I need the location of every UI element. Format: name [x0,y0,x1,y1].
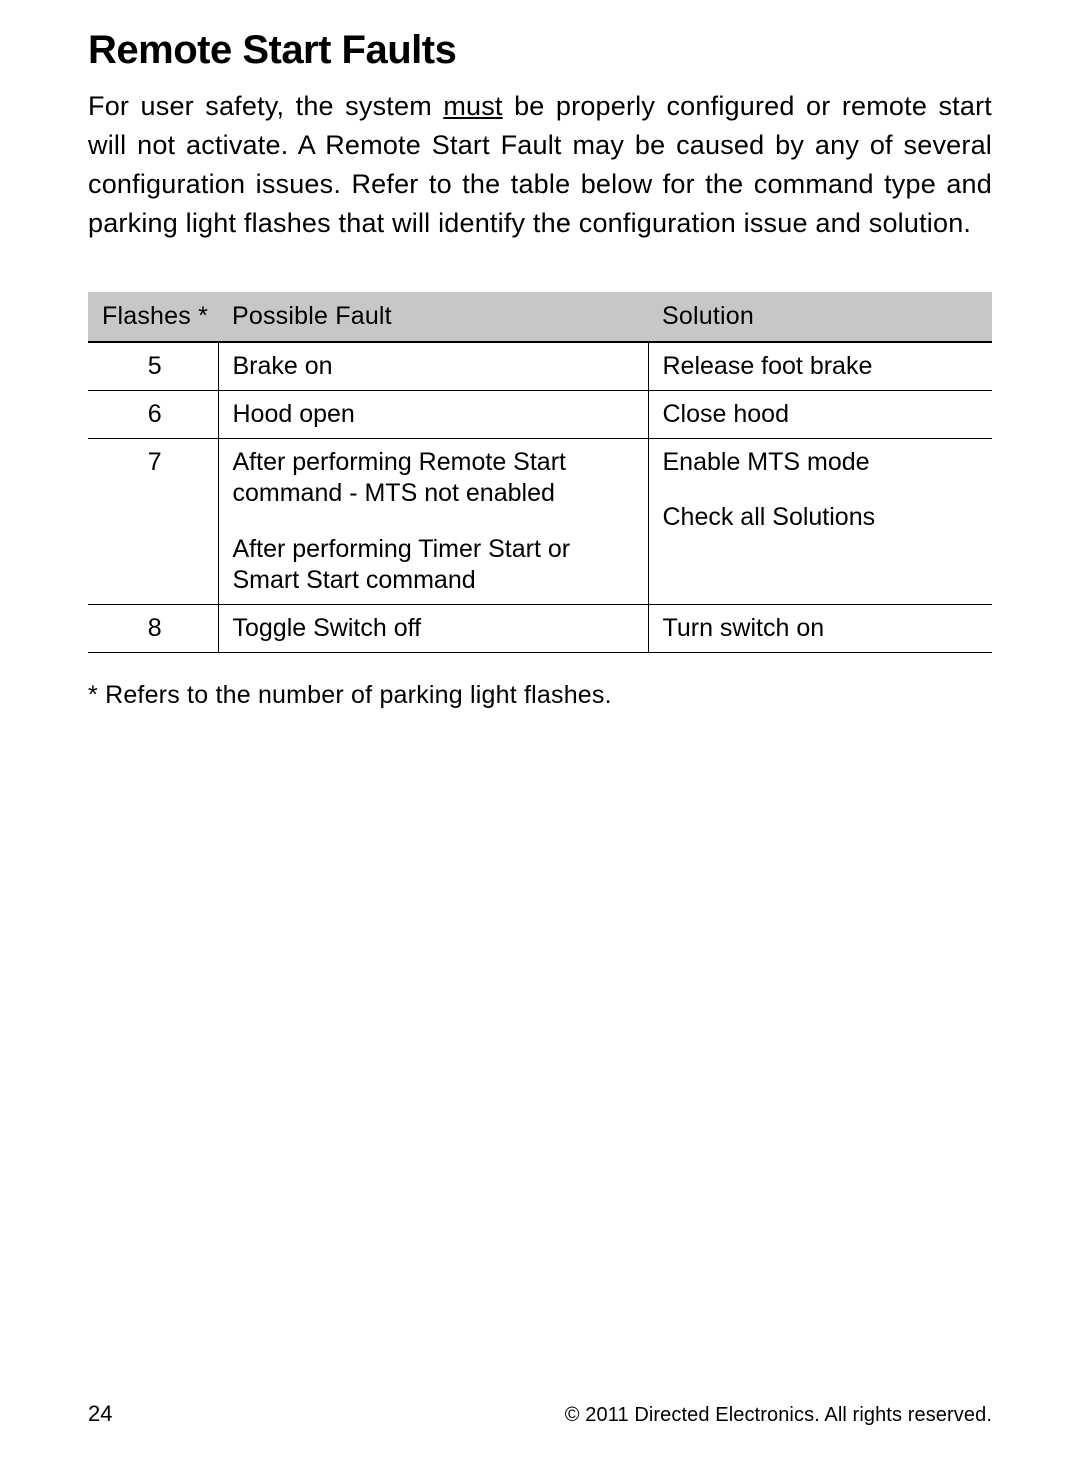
table-row: 6 Hood open Close hood [88,390,992,438]
cell-fault: After performing Remote Start command - … [218,439,648,605]
cell-solution: Turn switch on [648,605,992,653]
page-heading: Remote Start Faults [88,28,992,73]
table-row: 8 Toggle Switch off Turn switch on [88,605,992,653]
cell-fault: Hood open [218,390,648,438]
cell-solution-b: Check all Solutions [663,503,876,531]
intro-text-pre: For user safety, the system [88,91,443,121]
intro-paragraph: For user safety, the system must be prop… [88,87,992,244]
cell-fault: Brake on [218,342,648,391]
cell-flashes: 7 [88,439,218,605]
table-row: 5 Brake on Release foot brake [88,342,992,391]
header-solution: Solution [648,292,992,342]
cell-solution-a: Enable MTS mode [663,448,870,476]
table-row: 7 After performing Remote Start command … [88,439,992,605]
faults-table: Flashes * Possible Fault Solution 5 Brak… [88,292,992,654]
intro-must: must [443,91,502,121]
cell-fault-a: After performing Remote Start command - … [233,448,566,507]
page-footer: 24 © 2011 Directed Electronics. All righ… [88,1401,992,1427]
table-header-row: Flashes * Possible Fault Solution [88,292,992,342]
header-fault: Possible Fault [218,292,648,342]
header-flashes: Flashes * [88,292,218,342]
cell-flashes: 8 [88,605,218,653]
cell-solution: Close hood [648,390,992,438]
page-number: 24 [88,1401,112,1427]
cell-fault-b: After performing Timer Start or Smart St… [233,535,571,594]
cell-flashes: 6 [88,390,218,438]
footnote: * Refers to the number of parking light … [88,681,992,710]
copyright: © 2011 Directed Electronics. All rights … [565,1404,992,1427]
cell-fault: Toggle Switch off [218,605,648,653]
cell-solution: Enable MTS mode Check all Solutions [648,439,992,605]
cell-solution: Release foot brake [648,342,992,391]
cell-flashes: 5 [88,342,218,391]
